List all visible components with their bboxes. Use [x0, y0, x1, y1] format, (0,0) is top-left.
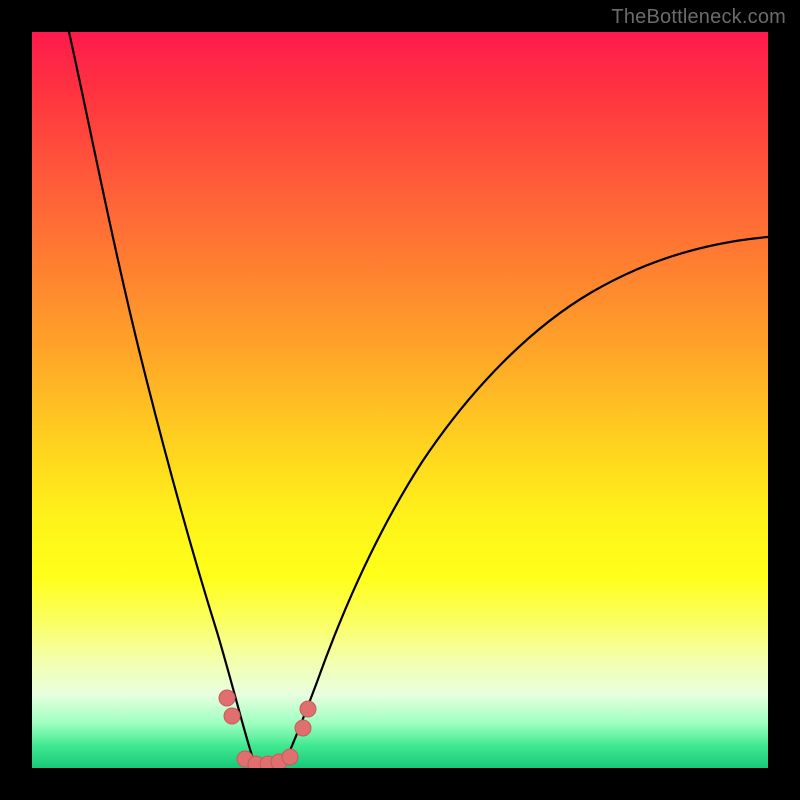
data-marker: [300, 701, 316, 717]
data-marker: [224, 708, 240, 724]
plot-area: [32, 32, 768, 768]
marker-layer: [32, 32, 768, 768]
data-marker: [219, 690, 235, 706]
watermark-text: TheBottleneck.com: [611, 6, 786, 29]
data-marker: [282, 749, 298, 765]
chart-frame: TheBottleneck.com: [0, 0, 800, 800]
data-marker: [295, 720, 311, 736]
